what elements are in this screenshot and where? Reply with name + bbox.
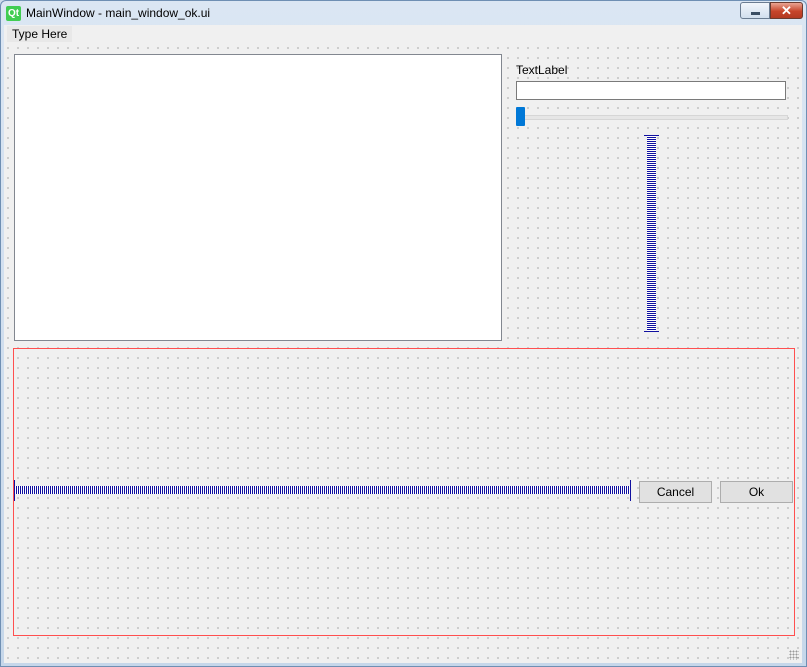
vertical-spacer-top-cap (644, 135, 659, 136)
form-canvas: Type Here TextLabel Cancel Ok (4, 25, 802, 663)
close-icon: ✕ (781, 3, 792, 18)
cancel-button[interactable]: Cancel (639, 481, 712, 503)
window-title: MainWindow - main_window_ok.ui (26, 6, 211, 20)
title-bar[interactable]: Qt MainWindow - main_window_ok.ui ✕ (1, 1, 806, 25)
vertical-spacer-spring (647, 135, 656, 332)
horizontal-spacer-right-cap (630, 480, 631, 501)
text-label: TextLabel (516, 63, 568, 77)
menu-type-here[interactable]: Type Here (7, 26, 73, 42)
qt-logo-icon: Qt (6, 6, 21, 21)
size-grip-icon[interactable] (789, 650, 799, 660)
horizontal-spacer-spring (14, 486, 631, 494)
menu-bar: Type Here (4, 25, 802, 43)
minimize-button[interactable] (740, 2, 770, 19)
vertical-spacer[interactable] (644, 135, 659, 332)
text-edit-area[interactable] (14, 54, 502, 341)
close-button[interactable]: ✕ (770, 2, 803, 19)
horizontal-spacer-left-cap (14, 480, 15, 501)
status-bar (4, 642, 802, 663)
horizontal-spacer[interactable] (14, 480, 631, 501)
ok-button[interactable]: Ok (720, 481, 793, 503)
minimize-icon (751, 12, 760, 15)
horizontal-slider-groove[interactable] (516, 115, 788, 120)
vertical-spacer-bottom-cap (644, 331, 659, 332)
horizontal-slider-handle[interactable] (516, 107, 525, 126)
line-edit-field[interactable] (516, 81, 786, 100)
main-window: Qt MainWindow - main_window_ok.ui ✕ Type… (0, 0, 807, 667)
